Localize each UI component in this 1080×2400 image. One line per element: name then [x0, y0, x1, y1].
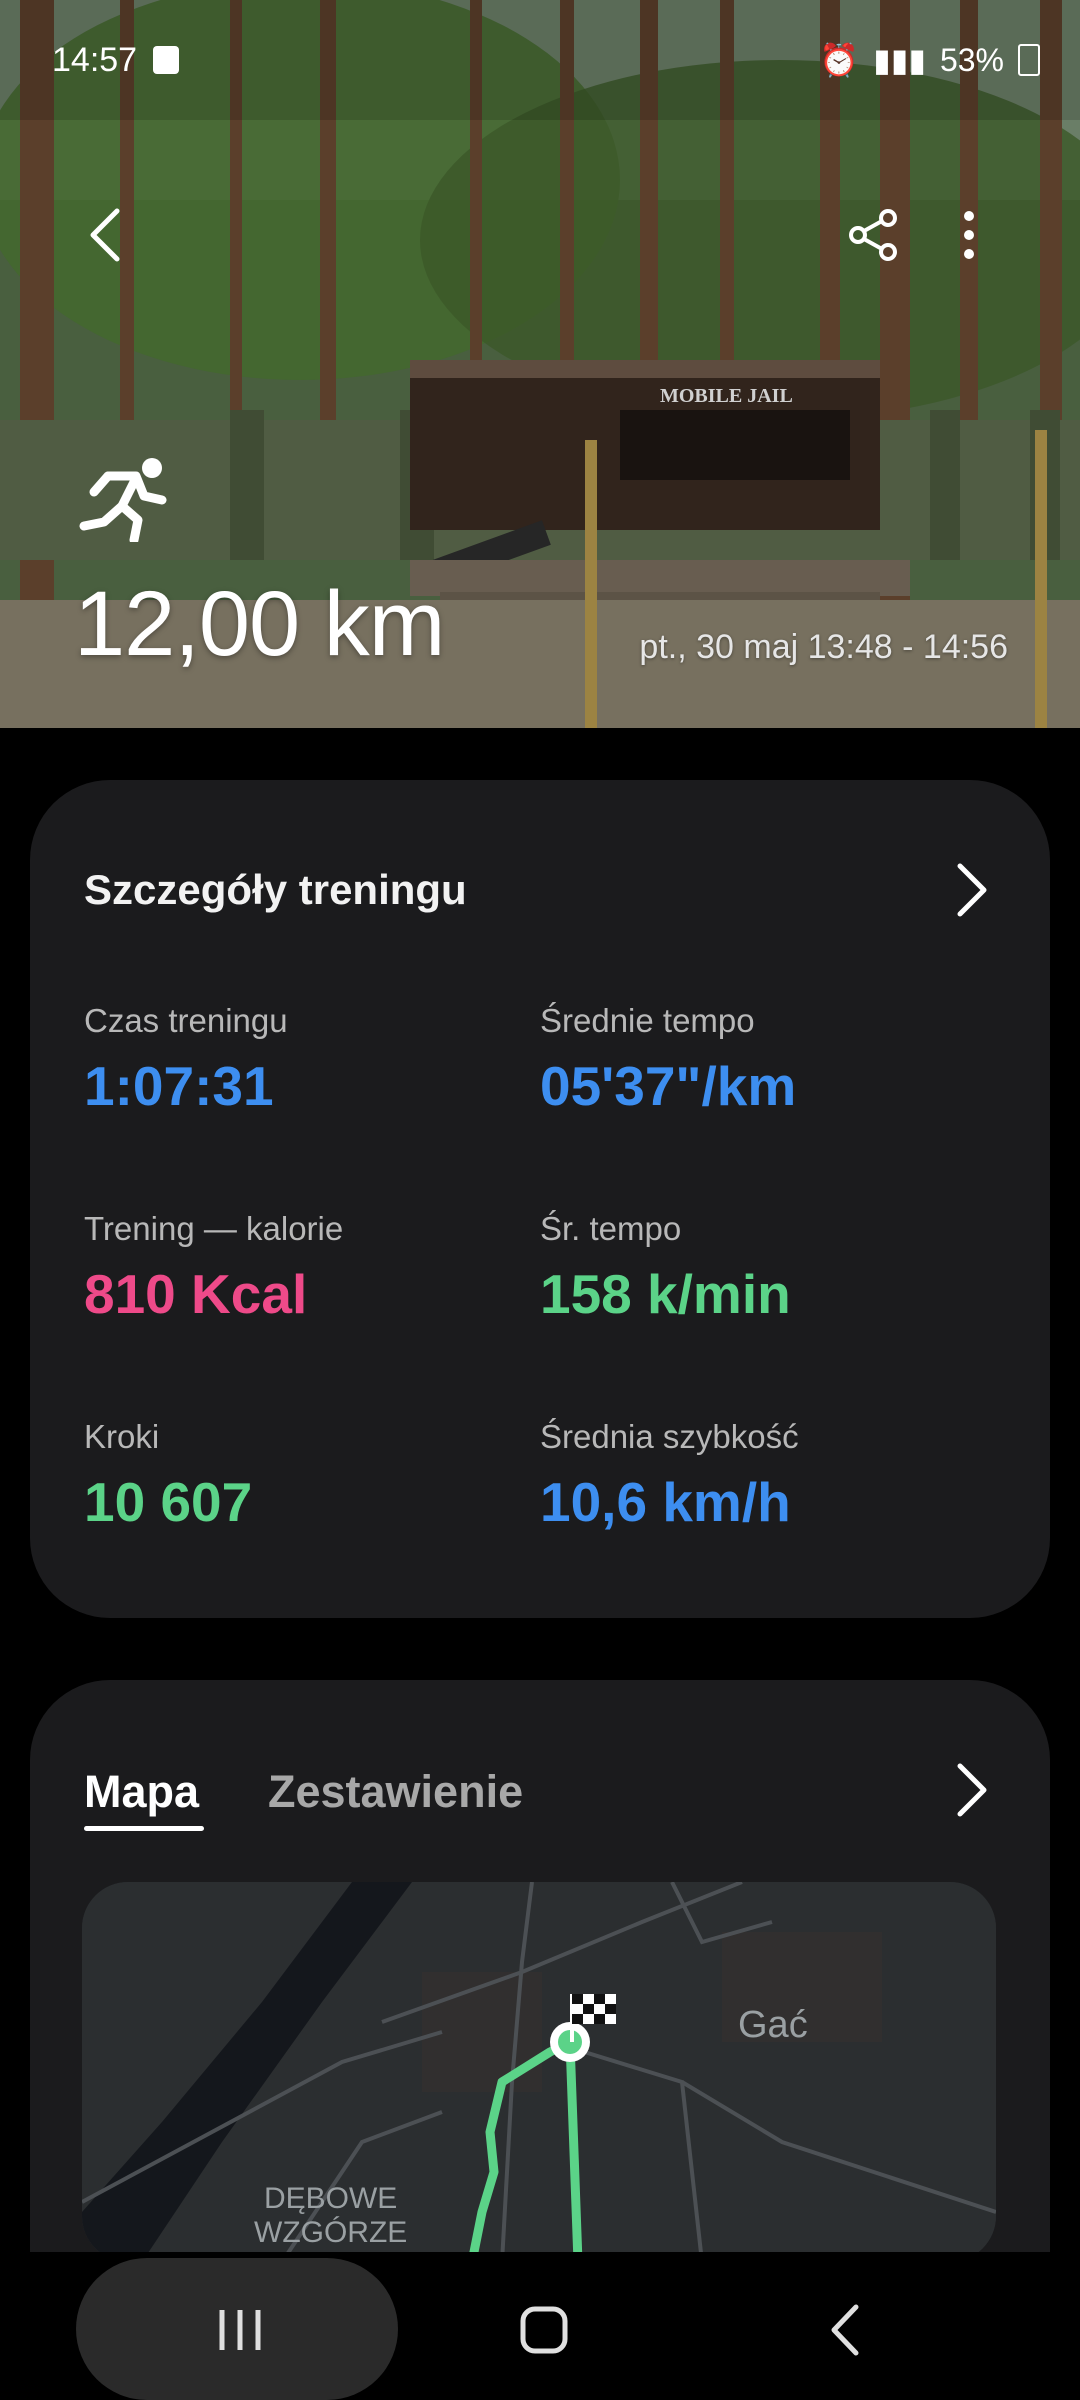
alarm-icon: ⏰	[819, 42, 860, 78]
back-arrow-icon	[90, 208, 120, 262]
details-chevron-button[interactable]	[950, 860, 994, 920]
running-icon	[79, 458, 167, 542]
nav-back-button[interactable]	[806, 2290, 886, 2370]
stat-value-steps: 10 607	[84, 1471, 253, 1533]
stat-label-cadence: Śr. tempo	[540, 1210, 682, 1247]
workout-datetime: pt., 30 maj 13:48 - 14:56	[639, 628, 1008, 666]
recents-icon	[219, 2310, 261, 2350]
more-button[interactable]	[934, 200, 1004, 270]
stat-value-duration: 1:07:31	[84, 1055, 274, 1117]
stat-label-avg-pace: Średnie tempo	[540, 1002, 755, 1039]
tab-summary[interactable]: Zestawienie	[268, 1766, 523, 1818]
stat-label-avg-speed: Średnia szybkość	[540, 1418, 799, 1455]
stat-label-steps: Kroki	[84, 1418, 160, 1455]
map-label-town: Gać	[738, 2004, 808, 2046]
map-canvas	[82, 1882, 996, 2262]
tab-map[interactable]: Mapa	[84, 1766, 199, 1818]
battery-icon	[1018, 44, 1040, 76]
stat-value-calories: 810 Kcal	[84, 1263, 308, 1325]
map-label-area: DĘBOWE WZGÓRZE	[254, 2182, 407, 2250]
share-button[interactable]	[838, 200, 908, 270]
share-icon	[849, 209, 897, 261]
tab-map-underline	[84, 1826, 204, 1831]
map-label-area-line1: DĘBOWE	[263, 2182, 398, 2215]
route-map[interactable]: Gać DĘBOWE WZGÓRZE	[82, 1882, 996, 2262]
more-vert-icon	[964, 211, 974, 259]
stat-value-cadence: 158 k/min	[540, 1263, 791, 1325]
chevron-right-icon	[957, 1763, 987, 1817]
recents-button[interactable]	[200, 2290, 280, 2370]
signal-icon: ▮▮▮	[873, 42, 926, 78]
hero-photo: MOBILE JAIL 14:57 ⏰ ▮▮▮ 53% 12,00 km pt.…	[0, 0, 1080, 728]
workout-details-card: Szczegóły treningu Czas treningu 1:07:31…	[30, 780, 1050, 1618]
stat-value-avg-speed: 10,6 km/h	[540, 1471, 791, 1533]
notification-icon	[153, 46, 180, 74]
battery-level: 53%	[939, 41, 1004, 78]
status-bar: 14:57 ⏰ ▮▮▮ 53%	[52, 38, 1040, 82]
details-title: Szczegóły treningu	[84, 866, 467, 913]
distance-value: 12,00 km	[74, 573, 445, 675]
nav-back-icon	[831, 2304, 859, 2356]
home-button[interactable]	[504, 2290, 584, 2370]
status-time: 14:57	[52, 40, 138, 79]
stat-label-duration: Czas treningu	[84, 1002, 288, 1039]
chevron-right-icon	[957, 863, 987, 917]
stat-value-avg-pace: 05'37"/km	[540, 1055, 797, 1117]
home-icon	[520, 2306, 568, 2354]
map-chevron-button[interactable]	[950, 1760, 994, 1820]
back-button[interactable]	[70, 200, 140, 270]
stat-label-calories: Trening — kalorie	[84, 1210, 344, 1247]
map-label-area-line2: WZGÓRZE	[254, 2216, 408, 2249]
